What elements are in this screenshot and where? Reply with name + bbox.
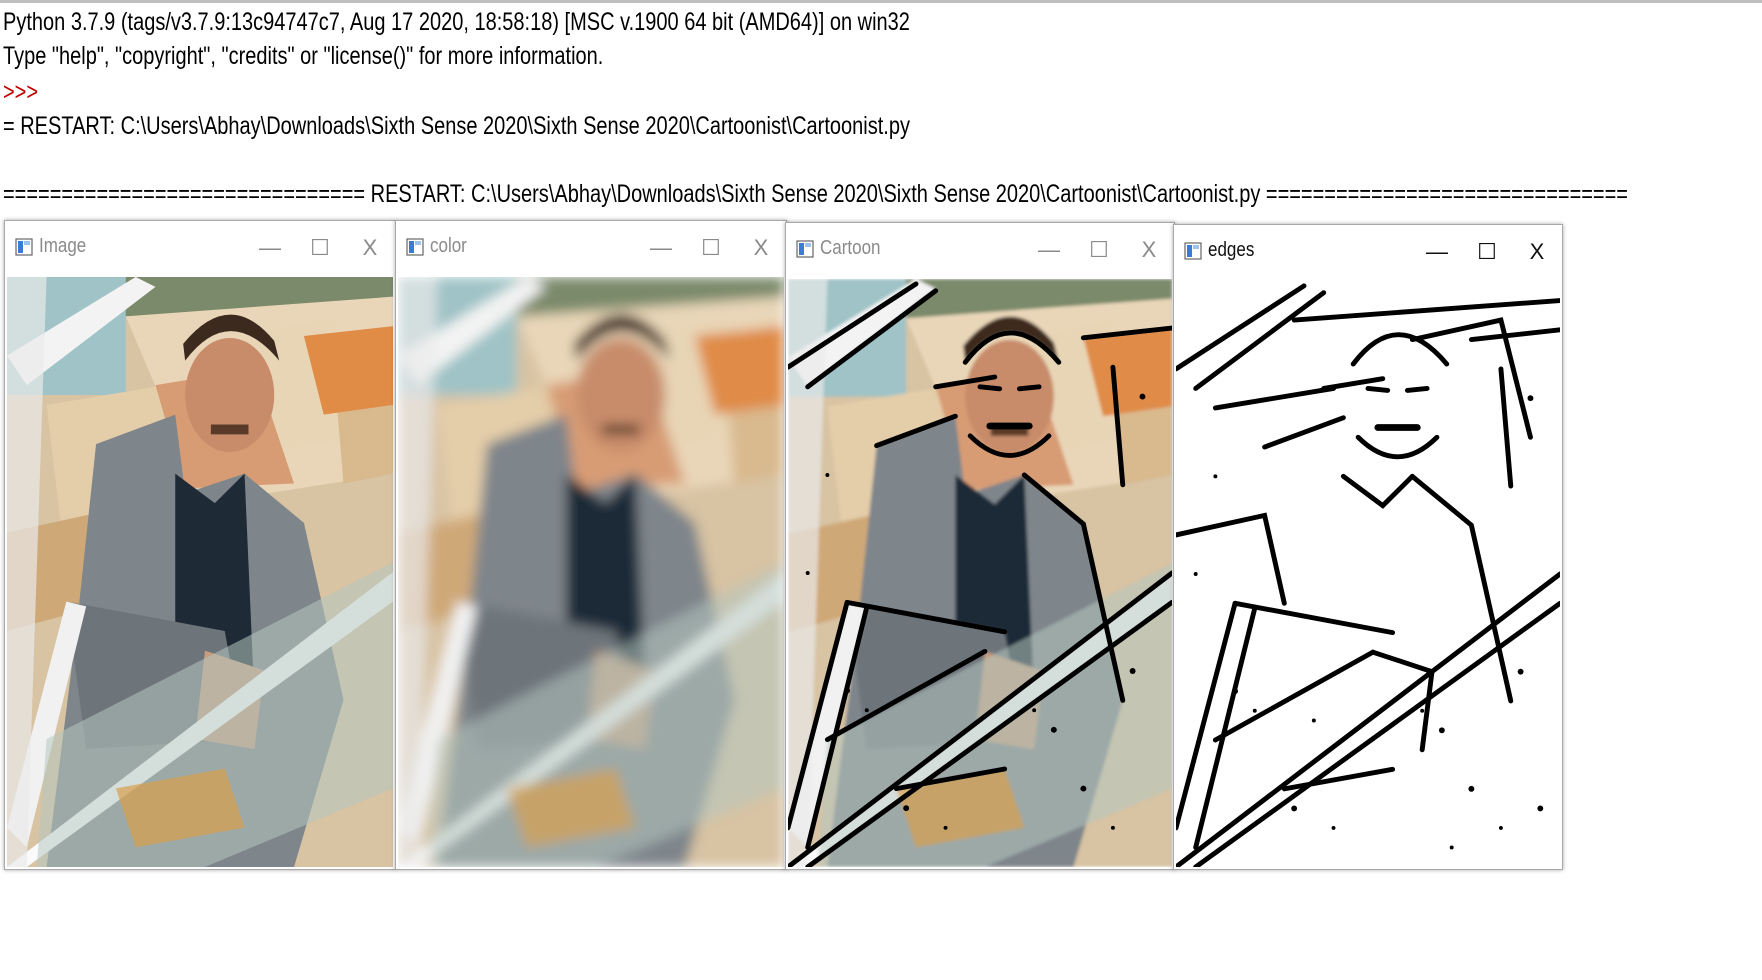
blurred-photo xyxy=(398,277,784,867)
window-image[interactable]: Image — ☐ X xyxy=(4,220,396,870)
window-app-icon xyxy=(406,238,424,256)
cartoon-photo xyxy=(788,279,1172,867)
minimize-icon[interactable]: — xyxy=(641,231,681,265)
close-icon[interactable]: X xyxy=(350,231,390,265)
minimize-icon[interactable]: — xyxy=(1029,233,1069,267)
window-title: color xyxy=(430,235,467,257)
window-edges-titlebar[interactable]: edges — ☐ X xyxy=(1174,225,1562,281)
close-icon[interactable]: X xyxy=(1129,233,1169,267)
window-cartoon[interactable]: Cartoon — ☐ X xyxy=(785,222,1175,870)
maximize-icon[interactable]: ☐ xyxy=(1467,235,1507,269)
maximize-icon[interactable]: ☐ xyxy=(300,231,340,265)
window-image-titlebar[interactable]: Image — ☐ X xyxy=(5,221,395,277)
shell-top-border xyxy=(0,0,1762,3)
window-cartoon-canvas xyxy=(788,279,1172,867)
window-edges[interactable]: edges — ☐ X xyxy=(1173,224,1563,870)
window-app-icon xyxy=(796,240,814,258)
window-app-icon xyxy=(1184,242,1202,260)
window-title: Image xyxy=(39,235,87,257)
window-title: edges xyxy=(1208,239,1255,261)
window-edges-canvas xyxy=(1176,281,1560,867)
minimize-icon[interactable]: — xyxy=(1417,235,1457,269)
edges-image xyxy=(1176,281,1560,867)
shell-help-line: Type "help", "copyright", "credits" or "… xyxy=(3,42,604,70)
original-photo xyxy=(7,277,393,867)
window-color-titlebar[interactable]: color — ☐ X xyxy=(396,221,786,277)
maximize-icon[interactable]: ☐ xyxy=(1079,233,1119,267)
maximize-icon[interactable]: ☐ xyxy=(691,231,731,265)
close-icon[interactable]: X xyxy=(741,231,781,265)
window-app-icon xyxy=(15,238,33,256)
window-title: Cartoon xyxy=(820,237,881,259)
shell-restart-line: = RESTART: C:\Users\Abhay\Downloads\Sixt… xyxy=(3,112,910,140)
shell-prompt[interactable]: >>> xyxy=(3,78,38,107)
shell-version-line: Python 3.7.9 (tags/v3.7.9:13c94747c7, Au… xyxy=(3,8,910,36)
window-cartoon-titlebar[interactable]: Cartoon — ☐ X xyxy=(786,223,1174,279)
window-image-canvas xyxy=(7,277,393,867)
shell-restart-banner: =============================== RESTART:… xyxy=(3,180,1628,208)
close-icon[interactable]: X xyxy=(1517,235,1557,269)
window-color[interactable]: color — ☐ X xyxy=(395,220,787,870)
minimize-icon[interactable]: — xyxy=(250,231,290,265)
window-color-canvas xyxy=(398,277,784,867)
